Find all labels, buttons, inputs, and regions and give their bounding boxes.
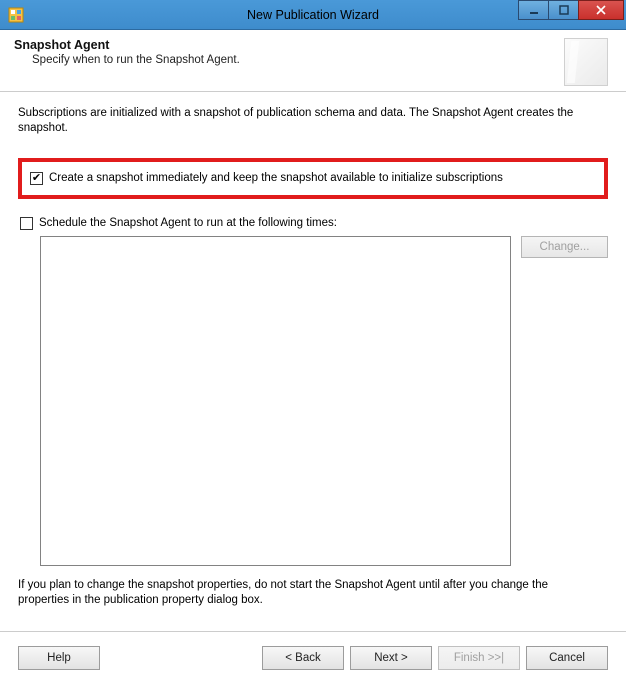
change-button: Change... [521, 236, 608, 258]
highlighted-option: ✔ Create a snapshot immediately and keep… [18, 158, 608, 199]
header-decoration-icon [564, 38, 608, 86]
window-controls [518, 0, 626, 29]
create-snapshot-checkbox[interactable]: ✔ [30, 172, 43, 185]
maximize-button[interactable] [548, 0, 578, 20]
page-subtitle: Specify when to run the Snapshot Agent. [32, 54, 612, 66]
schedule-area: Change... [18, 236, 608, 566]
schedule-checkbox[interactable] [20, 217, 33, 230]
next-button[interactable]: Next > [350, 646, 432, 670]
schedule-listbox [40, 236, 511, 566]
help-button[interactable]: Help [18, 646, 100, 670]
minimize-button[interactable] [518, 0, 548, 20]
cancel-button[interactable]: Cancel [526, 646, 608, 670]
schedule-option: Schedule the Snapshot Agent to run at th… [20, 217, 608, 230]
intro-text: Subscriptions are initialized with a sna… [18, 106, 608, 136]
schedule-label: Schedule the Snapshot Agent to run at th… [39, 217, 337, 229]
wizard-footer: Help < Back Next > Finish >>| Cancel [0, 632, 626, 684]
title-bar: New Publication Wizard [0, 0, 626, 30]
wizard-header: Snapshot Agent Specify when to run the S… [0, 30, 626, 92]
finish-button: Finish >>| [438, 646, 520, 670]
create-snapshot-label: Create a snapshot immediately and keep t… [49, 172, 503, 184]
back-button[interactable]: < Back [262, 646, 344, 670]
app-icon [8, 7, 24, 23]
content-area: Subscriptions are initialized with a sna… [0, 92, 626, 609]
close-button[interactable] [578, 0, 624, 20]
note-text: If you plan to change the snapshot prope… [18, 578, 608, 609]
page-title: Snapshot Agent [14, 38, 612, 52]
